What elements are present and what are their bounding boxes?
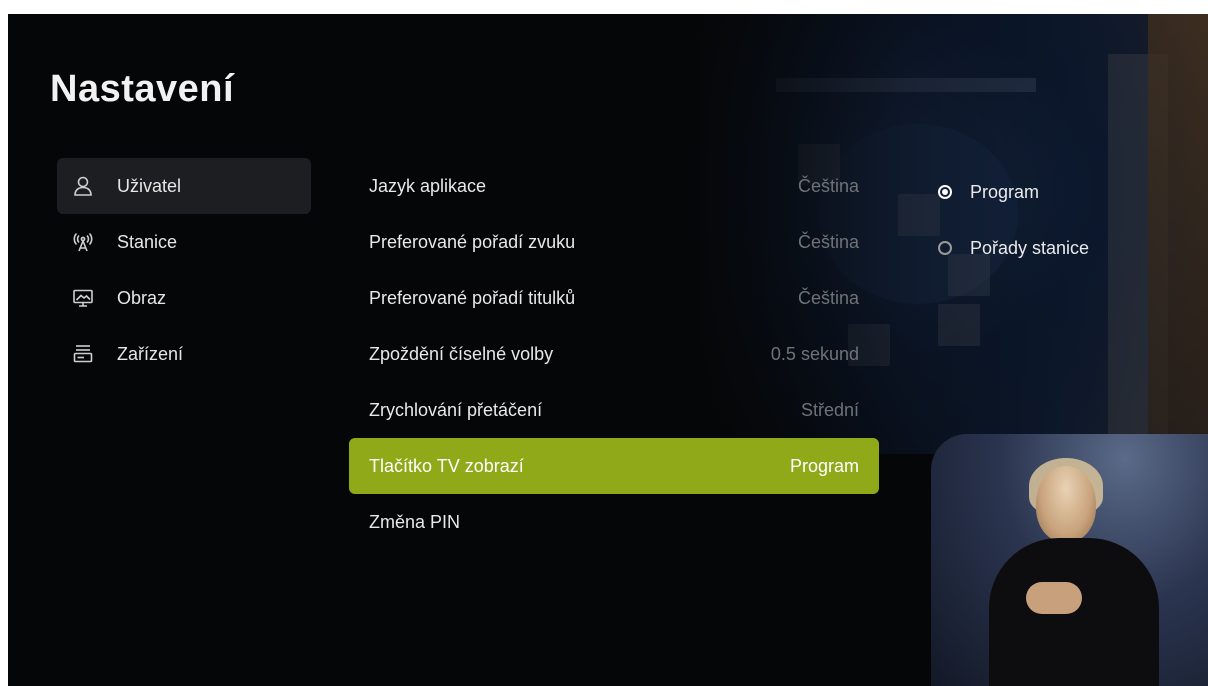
tv-button-options: Program Pořady stanice — [938, 164, 1168, 276]
setting-label: Jazyk aplikace — [369, 175, 487, 196]
sidebar-item-label: Uživatel — [117, 175, 182, 196]
radio-unchecked-icon[interactable] — [938, 241, 952, 255]
user-icon — [69, 172, 97, 200]
sidebar-item-label: Obraz — [117, 287, 167, 308]
option-program[interactable]: Program — [938, 164, 1168, 220]
sidebar-item-label: Stanice — [117, 231, 178, 252]
setting-row-audio-order[interactable]: Preferované pořadí zvuku Čeština — [349, 214, 879, 270]
display-icon — [69, 284, 97, 312]
setting-label: Preferované pořadí zvuku — [369, 231, 576, 252]
settings-screen: Nastavení Uživatel Stanice Obraz Zařízen… — [8, 14, 1208, 686]
settings-list: Jazyk aplikace Čeština Preferované pořad… — [349, 158, 879, 550]
setting-value: Čeština — [797, 231, 859, 252]
setting-row-seek-speed[interactable]: Zrychlování přetáčení Střední — [349, 382, 879, 438]
setting-label: Zpoždění číselné volby — [369, 343, 554, 364]
set-top-box-icon — [69, 340, 97, 368]
setting-value: Program — [789, 455, 859, 476]
setting-label: Zrychlování přetáčení — [369, 399, 543, 420]
setting-label: Preferované pořadí titulků — [369, 287, 576, 308]
interpreter-head — [1036, 466, 1096, 542]
option-porady-stanice[interactable]: Pořady stanice — [938, 220, 1168, 276]
page-title: Nastavení — [50, 68, 235, 110]
sidebar-item-obraz[interactable]: Obraz — [57, 270, 311, 326]
setting-value: Čeština — [797, 175, 859, 196]
setting-value: Čeština — [797, 287, 859, 308]
setting-value: 0.5 sekund — [770, 343, 859, 364]
setting-row-subtitle-order[interactable]: Preferované pořadí titulků Čeština — [349, 270, 879, 326]
option-label: Pořady stanice — [970, 237, 1090, 258]
sidebar: Uživatel Stanice Obraz Zařízení — [57, 158, 311, 382]
setting-row-app-language[interactable]: Jazyk aplikace Čeština — [349, 158, 879, 214]
setting-row-change-pin[interactable]: Změna PIN — [349, 494, 879, 550]
sidebar-item-zarizeni[interactable]: Zařízení — [57, 326, 311, 382]
sidebar-item-stanice[interactable]: Stanice — [57, 214, 311, 270]
sign-language-interpreter-window — [931, 434, 1208, 686]
sidebar-item-uzivatel[interactable]: Uživatel — [57, 158, 311, 214]
antenna-icon — [69, 228, 97, 256]
setting-label: Tlačítko TV zobrazí — [369, 455, 524, 476]
option-label: Program — [970, 181, 1040, 202]
interpreter-hands — [1026, 582, 1082, 614]
setting-value: Střední — [800, 399, 859, 420]
setting-row-tv-button[interactable]: Tlačítko TV zobrazí Program — [349, 438, 879, 494]
setting-label: Změna PIN — [369, 511, 461, 532]
setting-row-number-delay[interactable]: Zpoždění číselné volby 0.5 sekund — [349, 326, 879, 382]
sidebar-item-label: Zařízení — [117, 343, 184, 364]
interpreter-body — [989, 538, 1159, 686]
radio-checked-icon[interactable] — [938, 185, 952, 199]
